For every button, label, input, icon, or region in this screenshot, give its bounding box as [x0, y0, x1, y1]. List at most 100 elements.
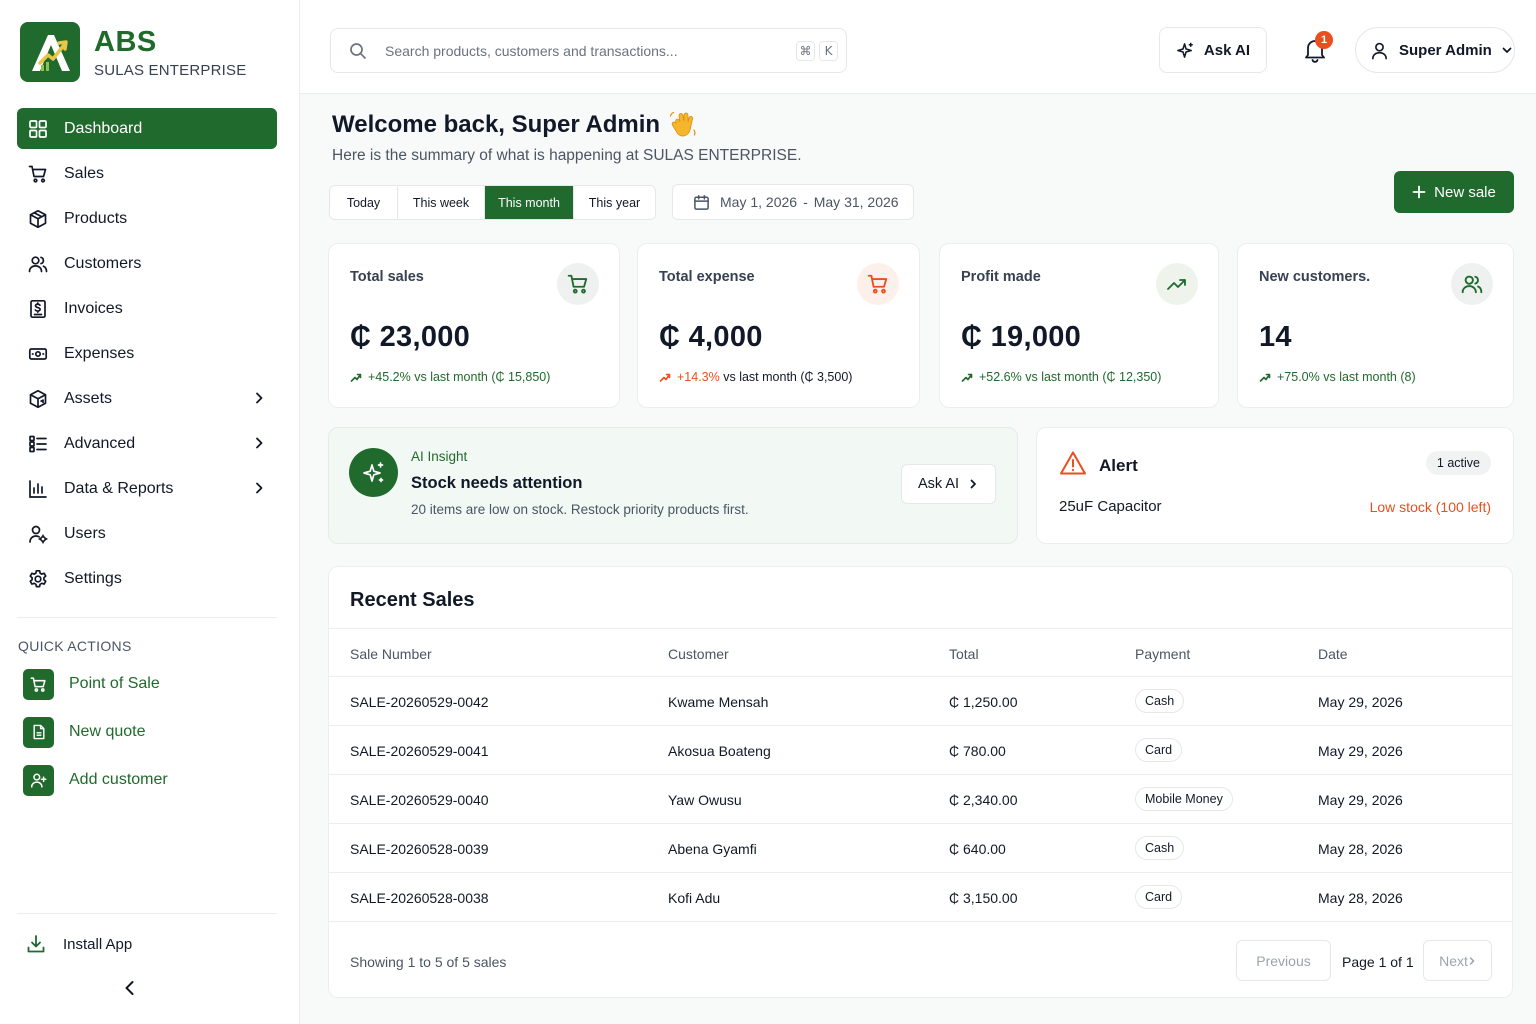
- warning-icon: [1059, 450, 1087, 476]
- gear-icon: [27, 568, 49, 590]
- sidebar-item-label: Customers: [64, 254, 142, 272]
- tab-this-week[interactable]: This week: [398, 186, 485, 219]
- table-row[interactable]: SALE-20260529-0041 Akosua Boateng ₵ 780.…: [329, 726, 1512, 775]
- alert-title: Alert: [1099, 456, 1138, 475]
- document-icon: [23, 716, 54, 748]
- table-row[interactable]: SALE-20260529-0040 Yaw Owusu ₵ 2,340.00 …: [329, 775, 1512, 824]
- payment-badge: Cash: [1135, 689, 1185, 713]
- quick-action-label: Add customer: [69, 771, 168, 788]
- brand-name: ABS: [94, 25, 157, 58]
- install-app-button[interactable]: Install App: [26, 934, 132, 954]
- sidebar-item-advanced[interactable]: Advanced: [17, 423, 277, 464]
- quick-action-add-customer[interactable]: Add customer: [23, 763, 263, 797]
- ask-ai-label: Ask AI: [1203, 41, 1251, 59]
- invoice-icon: [27, 298, 49, 320]
- topbar: ⌘ K Ask AI 1 Super Admin: [300, 0, 1536, 94]
- date-range-picker[interactable]: May 1, 2026 - May 31, 2026: [672, 184, 914, 220]
- sidebar-item-invoices[interactable]: Invoices: [17, 288, 277, 329]
- insight-title: Stock needs attention: [411, 474, 583, 492]
- total: ₵ 3,150.00: [949, 890, 1018, 906]
- table-row[interactable]: SALE-20260529-0042 Kwame Mensah ₵ 1,250.…: [329, 677, 1512, 726]
- new-sale-button[interactable]: New sale: [1394, 171, 1514, 213]
- date: May 29, 2026: [1318, 743, 1403, 759]
- date: May 28, 2026: [1318, 890, 1403, 906]
- insight-ask-ai-label: Ask AI: [917, 476, 960, 492]
- stat-change-rest: vs last month (₵ 3,500): [723, 370, 853, 384]
- pagination-summary: Showing 1 to 5 of 5 sales: [350, 954, 507, 970]
- brand[interactable]: ABS SULAS ENTERPRISE: [20, 22, 246, 82]
- box-icon: [27, 208, 49, 230]
- insight-ask-ai-button[interactable]: Ask AI: [901, 464, 996, 504]
- user-name: Super Admin: [1399, 41, 1492, 59]
- next-page-button[interactable]: Next: [1423, 940, 1492, 981]
- payment-badge: Mobile Money: [1135, 787, 1233, 811]
- trend-up-icon: [659, 373, 671, 382]
- period-tabs: Today This week This month This year: [329, 185, 656, 220]
- sidebar-item-label: Settings: [64, 569, 122, 587]
- sale-number: SALE-20260529-0040: [350, 792, 489, 808]
- sale-number: SALE-20260529-0042: [350, 694, 489, 710]
- customer: Akosua Boateng: [668, 743, 771, 759]
- stat-label: Total sales: [350, 269, 424, 285]
- cart-icon: [27, 163, 49, 185]
- search-bar[interactable]: ⌘ K: [330, 28, 847, 73]
- stat-label: New customers.: [1259, 269, 1371, 285]
- tab-this-month[interactable]: This month: [485, 186, 574, 219]
- sidebar-item-data-reports[interactable]: Data & Reports: [17, 468, 277, 509]
- table-row[interactable]: SALE-20260528-0039 Abena Gyamfi ₵ 640.00…: [329, 824, 1512, 873]
- previous-page-button[interactable]: Previous: [1236, 940, 1331, 981]
- ask-ai-button[interactable]: Ask AI: [1159, 27, 1267, 73]
- sidebar-item-label: Sales: [64, 164, 105, 182]
- sidebar-item-customers[interactable]: Customers: [17, 243, 277, 284]
- stat-value: ₵ 23,000: [350, 321, 471, 353]
- sidebar-item-users[interactable]: Users: [17, 513, 277, 554]
- stat-card-new-customers: New customers. 14 +75.0% vs last month (…: [1237, 243, 1514, 408]
- quick-action-new-quote[interactable]: New quote: [23, 715, 263, 749]
- collapse-sidebar-icon[interactable]: [120, 978, 140, 998]
- user-plus-icon: [23, 764, 54, 796]
- trending-up-icon: [1156, 263, 1198, 305]
- table-row[interactable]: SALE-20260528-0038 Kofi Adu ₵ 3,150.00 C…: [329, 873, 1512, 922]
- stat-change-percent: +75.0%: [1277, 370, 1320, 384]
- sidebar-item-label: Dashboard: [64, 119, 143, 137]
- status-badge: 1 active: [1425, 451, 1491, 475]
- search-icon: [349, 42, 367, 60]
- notification-badge: 1: [1315, 31, 1333, 49]
- sidebar-item-settings[interactable]: Settings: [17, 558, 277, 599]
- sidebar-item-assets[interactable]: Assets: [17, 378, 277, 419]
- sidebar-item-sales[interactable]: Sales: [17, 153, 277, 194]
- calendar-icon: [694, 194, 709, 210]
- sidebar-item-label: Invoices: [64, 299, 123, 317]
- sidebar-item-label: Products: [64, 209, 128, 227]
- column-header: Sale Number: [350, 646, 432, 662]
- cart-icon: [23, 668, 54, 700]
- page-subtitle: Here is the summary of what is happening…: [332, 147, 802, 164]
- chevron-right-icon: [251, 435, 267, 451]
- sale-number: SALE-20260529-0041: [350, 743, 489, 759]
- install-app-label: Install App: [63, 935, 133, 953]
- customer: Yaw Owusu: [668, 792, 742, 808]
- quick-action-point-of-sale[interactable]: Point of Sale: [23, 667, 263, 701]
- new-sale-label: New sale: [1434, 183, 1496, 201]
- logo-icon: [20, 22, 80, 82]
- sidebar-item-dashboard[interactable]: Dashboard: [17, 108, 277, 149]
- stat-change-rest: vs last month (₵ 15,850): [414, 370, 551, 384]
- ai-insight-card: AI Insight Stock needs attention 20 item…: [328, 427, 1018, 544]
- sidebar: ABS SULAS ENTERPRISE Dashboard Sales Pro…: [0, 0, 300, 1024]
- sidebar-item-label: Data & Reports: [64, 479, 174, 497]
- search-input[interactable]: [385, 42, 785, 59]
- stat-value: 14: [1259, 321, 1292, 353]
- tab-this-year[interactable]: This year: [574, 186, 655, 219]
- user-icon: [1370, 41, 1389, 60]
- search-shortcut: ⌘ K: [796, 41, 838, 61]
- insight-tag: AI Insight: [411, 449, 468, 464]
- insight-message: 20 items are low on stock. Restock prior…: [411, 502, 749, 517]
- user-menu[interactable]: Super Admin: [1355, 27, 1515, 73]
- sidebar-item-expenses[interactable]: Expenses: [17, 333, 277, 374]
- sidebar-item-products[interactable]: Products: [17, 198, 277, 239]
- quick-action-label: Point of Sale: [69, 675, 160, 692]
- alert-item[interactable]: 25uF Capacitor: [1059, 498, 1162, 515]
- date: May 28, 2026: [1318, 841, 1403, 857]
- tab-today[interactable]: Today: [330, 186, 398, 219]
- shortcut-key: K: [819, 41, 838, 61]
